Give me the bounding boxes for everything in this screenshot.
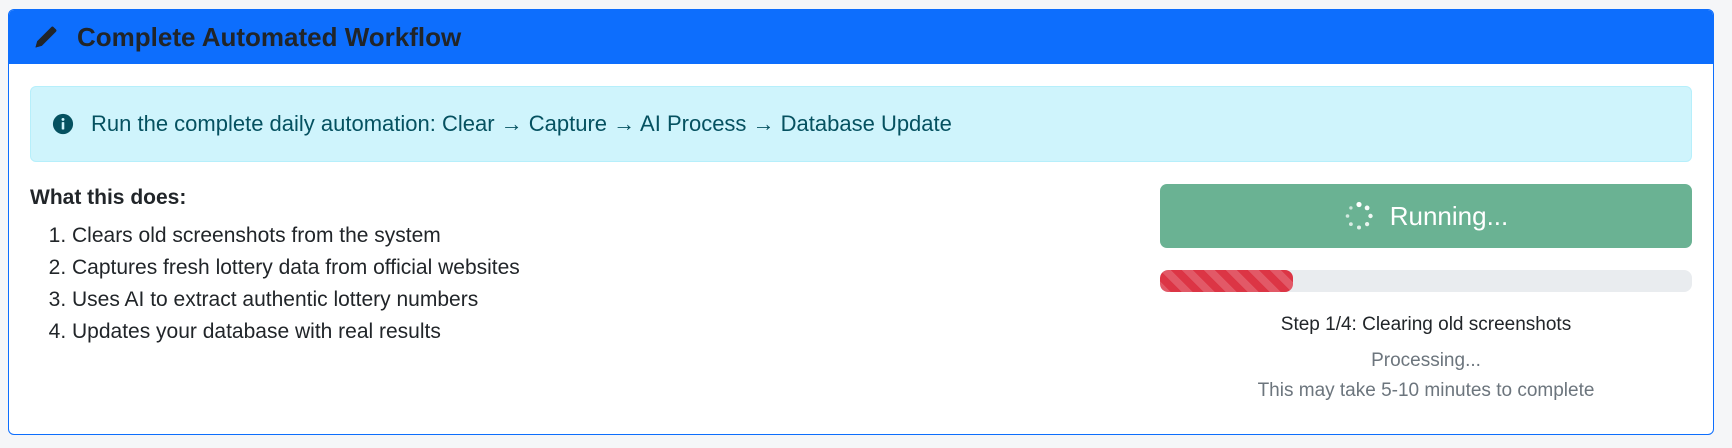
processing-text: Processing... (1371, 350, 1481, 371)
card-body: Run the complete daily automation: Clear… (9, 64, 1713, 402)
run-workflow-button[interactable]: Running... (1160, 184, 1692, 248)
info-alert: Run the complete daily automation: Clear… (30, 86, 1692, 162)
card-title: Complete Automated Workflow (77, 21, 462, 52)
description-heading: What this does: (30, 186, 187, 209)
list-item: Updates your database with real results (72, 316, 1160, 348)
alert-text: Run the complete daily automation: Clear… (91, 111, 952, 136)
pencil-icon (31, 22, 61, 52)
info-circle-icon (51, 112, 75, 136)
list-item: Clears old screenshots from the system (72, 220, 1160, 252)
run-button-label: Running... (1389, 200, 1509, 231)
spinner-icon (1344, 201, 1374, 231)
progress-track (1160, 270, 1692, 292)
card-header: Complete Automated Workflow (9, 10, 1713, 64)
workflow-card: Complete Automated Workflow Run the comp… (8, 9, 1714, 435)
duration-note: This may take 5-10 minutes to complete (1257, 380, 1595, 401)
description-column: What this does: Clears old screenshots f… (30, 184, 1160, 402)
step-status-text: Step 1/4: Clearing old screenshots (1280, 314, 1572, 335)
list-item: Uses AI to extract authentic lottery num… (72, 284, 1160, 316)
list-item: Captures fresh lottery data from officia… (72, 252, 1160, 284)
content-row: What this does: Clears old screenshots f… (30, 184, 1692, 402)
action-column: Running... Step 1/4: Clearing old screen… (1160, 184, 1692, 402)
steps-list: Clears old screenshots from the system C… (30, 220, 1160, 348)
progress-bar (1160, 270, 1293, 292)
